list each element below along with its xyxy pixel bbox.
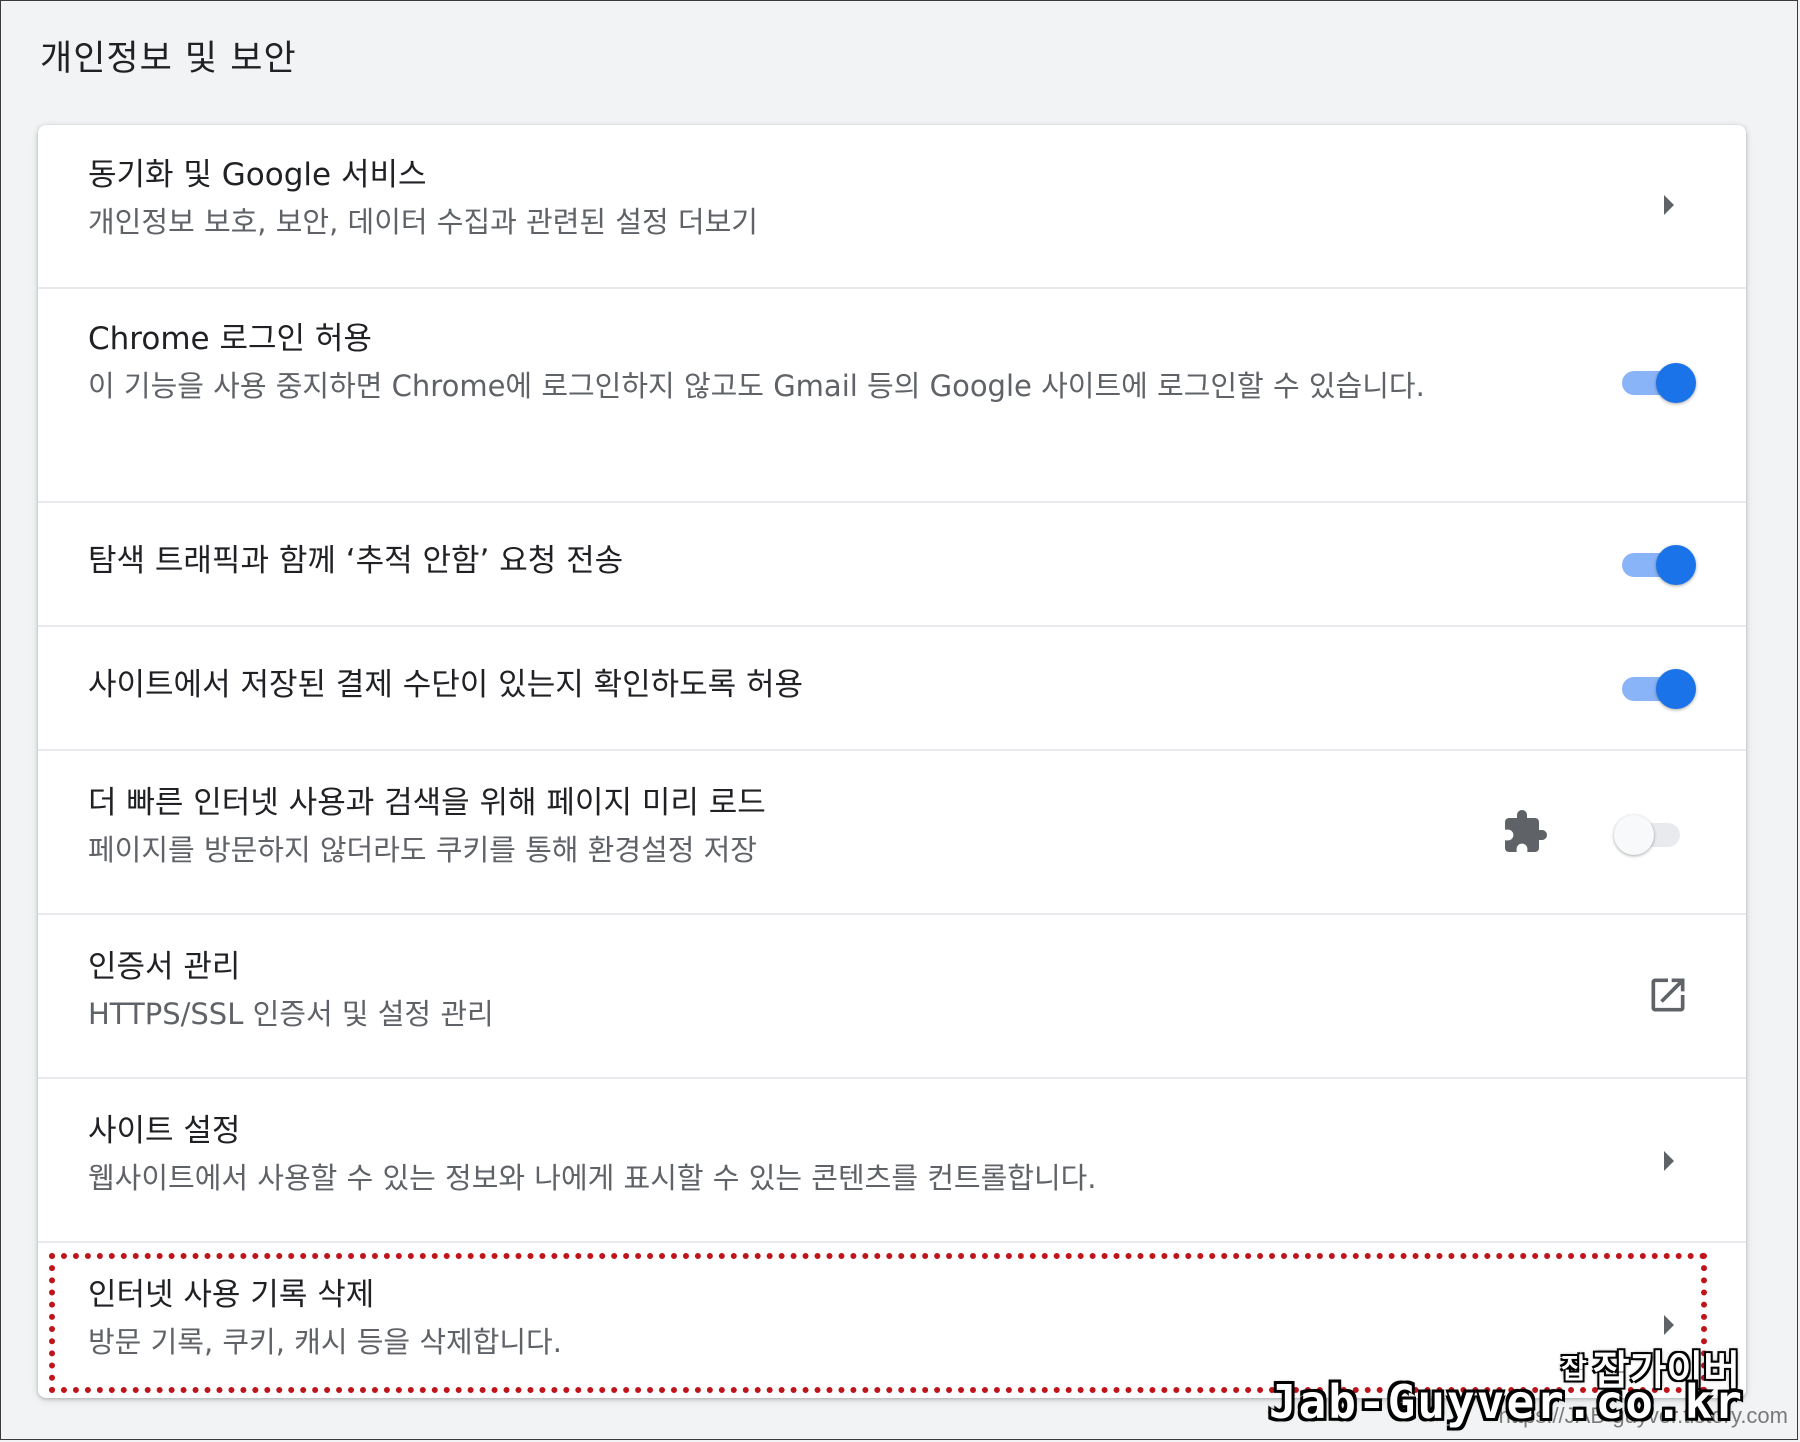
toggle-switch[interactable] [1620, 539, 1696, 587]
toggle-knob [1614, 815, 1654, 855]
chevron-right-icon[interactable] [1664, 1151, 1674, 1171]
row-description: 이 기능을 사용 중지하면 Chrome에 로그인하지 않고도 Gmail 등의… [88, 369, 1425, 403]
chevron-right-icon[interactable] [1664, 195, 1674, 215]
row-label: 동기화 및 Google 서비스 [88, 157, 427, 193]
row-allow-chrome-signin[interactable]: Chrome 로그인 허용 이 기능을 사용 중지하면 Chrome에 로그인하… [38, 287, 1746, 501]
row-description: 방문 기록, 쿠키, 캐시 등을 삭제합니다. [88, 1325, 562, 1359]
row-site-settings[interactable]: 사이트 설정 웹사이트에서 사용할 수 있는 정보와 나에게 표시할 수 있는 … [38, 1077, 1746, 1241]
row-do-not-track[interactable]: 탐색 트래픽과 함께 ‘추적 안함’ 요청 전송 [38, 501, 1746, 625]
chevron-right-icon[interactable] [1664, 1315, 1674, 1335]
row-label: 사이트에서 저장된 결제 수단이 있는지 확인하도록 허용 [88, 667, 804, 703]
privacy-security-card: 동기화 및 Google 서비스 개인정보 보호, 보안, 데이터 수집과 관련… [38, 125, 1746, 1398]
row-label: 탐색 트래픽과 함께 ‘추적 안함’ 요청 전송 [88, 543, 624, 579]
toggle-knob [1656, 545, 1696, 585]
row-description: 개인정보 보호, 보안, 데이터 수집과 관련된 설정 더보기 [88, 205, 758, 239]
external-link-icon[interactable] [1646, 973, 1690, 1017]
toggle-switch[interactable] [1614, 809, 1690, 857]
row-preload-pages[interactable]: 더 빠른 인터넷 사용과 검색을 위해 페이지 미리 로드 페이지를 방문하지 … [38, 749, 1746, 913]
row-description: HTTPS/SSL 인증서 및 설정 관리 [88, 997, 494, 1031]
row-label: 더 빠른 인터넷 사용과 검색을 위해 페이지 미리 로드 [88, 785, 766, 821]
toggle-switch[interactable] [1620, 663, 1696, 711]
row-description: 페이지를 방문하지 않더라도 쿠키를 통해 환경설정 저장 [88, 833, 757, 867]
watermark-domain: Jab-Guyver.co.kr [1268, 1375, 1744, 1429]
puzzle-icon[interactable] [1501, 808, 1549, 856]
row-manage-certificates[interactable]: 인증서 관리 HTTPS/SSL 인증서 및 설정 관리 [38, 913, 1746, 1077]
row-label: 인터넷 사용 기록 삭제 [88, 1277, 375, 1313]
section-title: 개인정보 및 보안 [40, 39, 297, 79]
row-label: Chrome 로그인 허용 [88, 321, 372, 357]
toggle-knob [1656, 669, 1696, 709]
row-description: 웹사이트에서 사용할 수 있는 정보와 나에게 표시할 수 있는 콘텐츠를 컨트… [88, 1161, 1097, 1195]
row-label: 인증서 관리 [88, 949, 241, 985]
toggle-knob [1656, 363, 1696, 403]
row-payment-methods[interactable]: 사이트에서 저장된 결제 수단이 있는지 확인하도록 허용 [38, 625, 1746, 749]
row-sync-google-services[interactable]: 동기화 및 Google 서비스 개인정보 보호, 보안, 데이터 수집과 관련… [38, 125, 1746, 287]
row-label: 사이트 설정 [88, 1113, 241, 1149]
toggle-switch[interactable] [1620, 357, 1696, 405]
